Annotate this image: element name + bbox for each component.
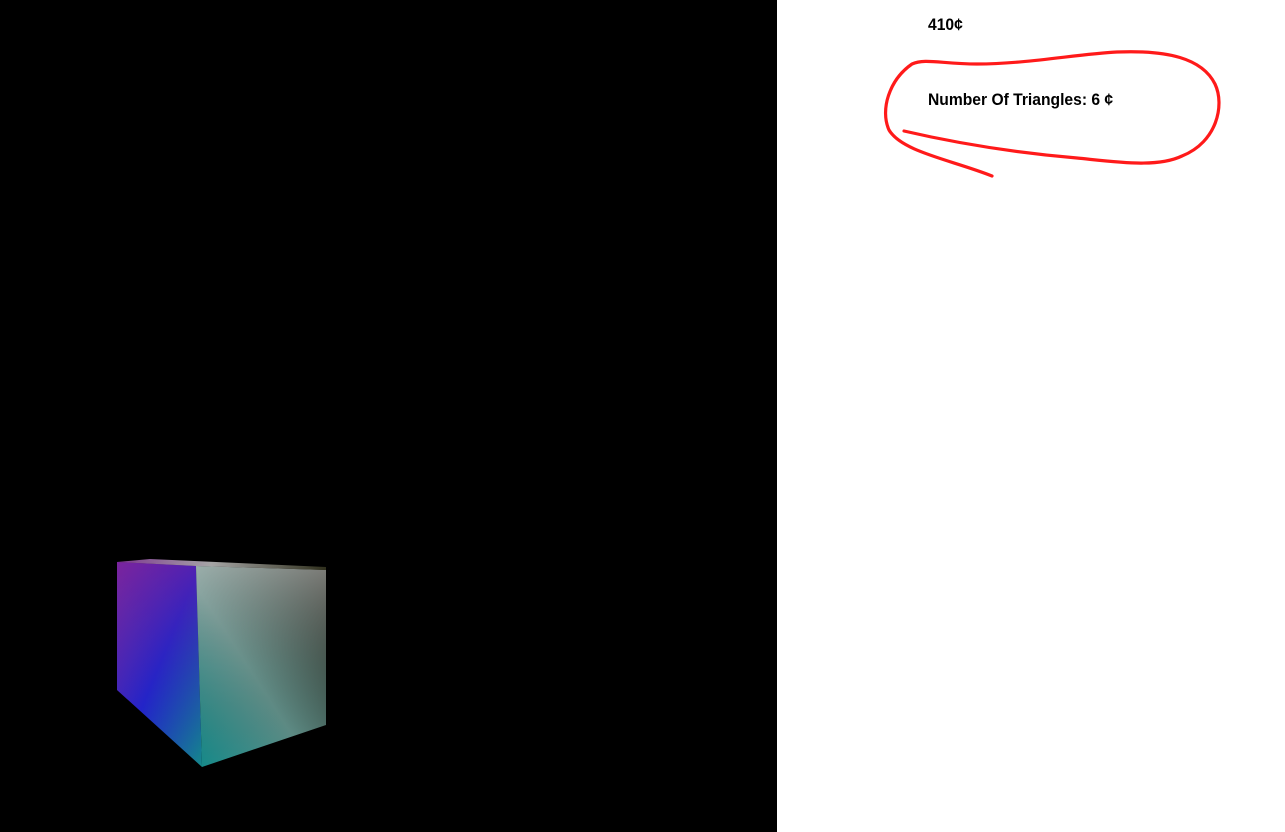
rgb-cube	[117, 559, 326, 767]
info-panel: 410¢ Number Of Triangles: 6 ¢	[777, 0, 1285, 832]
fps-counter: 410¢	[928, 15, 963, 34]
annotation-stroke	[884, 50, 1221, 178]
hand-drawn-circle-annotation	[884, 50, 1221, 178]
render-viewport[interactable]	[0, 0, 777, 832]
app-window: 410¢ Number Of Triangles: 6 ¢	[0, 0, 1285, 832]
triangle-count-label: Number Of Triangles: 6 ¢	[928, 90, 1114, 109]
